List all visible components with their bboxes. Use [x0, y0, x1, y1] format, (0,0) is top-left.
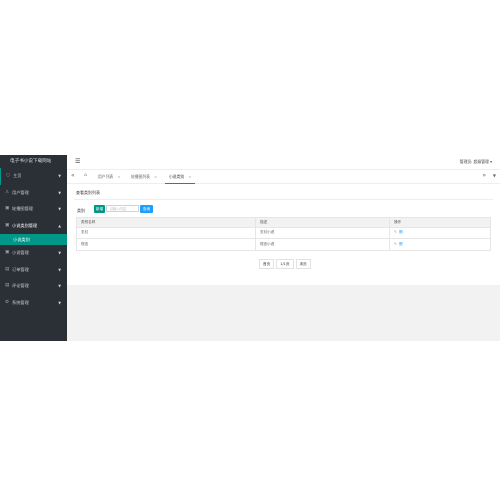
chevron-down-icon: ▼ — [58, 174, 61, 178]
column-header: 描述 — [255, 217, 390, 228]
column-header: 操作 — [389, 217, 491, 228]
chevron-down-icon: ▼ — [58, 207, 61, 211]
comment-icon: ▤ — [5, 283, 10, 288]
close-icon[interactable]: × — [117, 174, 120, 179]
edit-icon[interactable]: ✎ — [394, 242, 397, 246]
cell-name: 现言 — [76, 238, 256, 251]
last-page-button[interactable]: 末页 — [295, 259, 311, 269]
table-row: 现言 现言小说 ✎ 删 — [76, 238, 491, 251]
book-icon: ▣ — [5, 250, 10, 255]
brand-title: 电子书小说下载网站 — [10, 159, 52, 164]
chevron-down-icon: ▼ — [58, 251, 61, 255]
cell-actions: ✎ 删 — [389, 238, 491, 251]
category-icon: ▣ — [5, 222, 10, 228]
panel-title: 查看类别列表 — [76, 190, 100, 195]
chevron-down-icon: ▼ — [58, 190, 61, 195]
edit-icon[interactable]: ✎ — [394, 230, 397, 234]
content-background — [67, 285, 500, 341]
sidebar-item-label: 系统管理 — [12, 299, 29, 305]
sidebar-item-system[interactable]: ⚙ 系统管理 ▼ — [0, 295, 67, 312]
table-row: 玄幻 玄幻小说 ✎ 删 — [76, 226, 491, 239]
sidebar-item-carousel[interactable]: ▣ 轮播图管理 ▼ — [0, 201, 67, 218]
app-root: 电子书小说下载网站 ○ 主页 ▼ ♙ 用户管理 ▼ ▣ 轮播图管理 ▼ ▣ 小说… — [0, 155, 500, 341]
sidebar-item-label: 小说类别管理 — [12, 222, 38, 228]
tab-users[interactable]: 用户列表 × — [98, 174, 120, 180]
delete-link[interactable]: 删 — [399, 242, 403, 246]
sidebar-item-users[interactable]: ♙ 用户管理 ▼ — [0, 185, 67, 202]
tabs-bar: « ⌂ 用户列表 × 轮播图列表 × 小说类别 × » ▼ — [67, 170, 500, 184]
sidebar-item-label: 小说管理 — [12, 250, 29, 255]
content-panel: 查看类别列表 类别 新增 请输入内容 查询 类别名称 描述 操作 玄幻 玄幻小说… — [67, 184, 500, 285]
tab-category[interactable]: 小说类别 × — [165, 170, 196, 184]
sidebar-item-label: 用户管理 — [12, 189, 29, 195]
sidebar-item-label: 轮播图管理 — [12, 206, 33, 211]
chevron-up-icon: ▲ — [58, 223, 61, 228]
search-label: 类别 — [77, 208, 85, 213]
user-icon: ♙ — [5, 189, 10, 195]
order-icon: ▤ — [5, 266, 10, 272]
sidebar-item-label: 评论管理 — [12, 283, 29, 288]
pagination: 首页 1/1页 末页 — [259, 259, 313, 269]
tabs-menu-icon[interactable]: ▼ — [493, 173, 496, 178]
cell-desc: 现言小说 — [255, 238, 390, 251]
settings-icon: ⚙ — [5, 299, 10, 305]
divider — [74, 199, 493, 200]
chevron-down-icon: ▼ — [58, 267, 61, 272]
page-indicator: 1/1页 — [276, 259, 294, 269]
sidebar: 电子书小说下载网站 ○ 主页 ▼ ♙ 用户管理 ▼ ▣ 轮播图管理 ▼ ▣ 小说… — [0, 155, 67, 341]
table-header-row: 类别名称 描述 操作 — [76, 217, 491, 228]
delete-link[interactable]: 删 — [399, 230, 403, 234]
sidebar-subitem-category[interactable]: 小说类别 — [0, 234, 67, 245]
add-button[interactable]: 新增 — [94, 205, 105, 213]
tab-carousel[interactable]: 轮播图列表 × — [131, 174, 157, 180]
first-page-button[interactable]: 首页 — [259, 259, 275, 269]
home-icon: ○ — [6, 173, 11, 178]
sidebar-item-orders[interactable]: ▤ 订单管理 ▼ — [0, 262, 67, 279]
sidebar-item-home[interactable]: ○ 主页 ▼ — [0, 168, 67, 185]
chevron-down-icon: ▼ — [58, 300, 61, 305]
search-input[interactable]: 请输入内容 — [106, 205, 139, 212]
sidebar-item-novels[interactable]: ▣ 小说管理 ▼ — [0, 245, 67, 262]
cell-name: 玄幻 — [76, 226, 256, 239]
sidebar-item-label: 订单管理 — [12, 266, 29, 272]
chevron-down-icon: ▾ — [490, 159, 492, 164]
menu-toggle-icon[interactable]: ☰ — [75, 158, 80, 165]
column-header: 类别名称 — [76, 217, 256, 228]
close-icon[interactable]: × — [154, 174, 157, 179]
tabs-scroll-right-icon[interactable]: » — [482, 172, 486, 179]
cell-actions: ✎ 删 — [389, 226, 491, 239]
tabs-scroll-left-icon[interactable]: « — [71, 172, 75, 179]
sidebar-item-categories[interactable]: ▣ 小说类别管理 ▲ — [0, 218, 67, 235]
sidebar-item-label: 主页 — [13, 173, 22, 178]
home-tab-icon[interactable]: ⌂ — [84, 173, 87, 178]
image-icon: ▣ — [5, 206, 10, 211]
cell-desc: 玄幻小说 — [255, 226, 390, 239]
topbar: ☰ 管理员: 超级管理 ▾ — [67, 155, 500, 170]
close-icon[interactable]: × — [188, 174, 191, 179]
chevron-down-icon: ▼ — [58, 284, 61, 288]
search-button[interactable]: 查询 — [140, 205, 153, 213]
admin-user-menu[interactable]: 管理员: 超级管理 ▾ — [460, 159, 492, 165]
category-table: 类别名称 描述 操作 玄幻 玄幻小说 ✎ 删 现言 现言小说 ✎ 删 — [76, 217, 491, 251]
sidebar-item-comments[interactable]: ▤ 评论管理 ▼ — [0, 278, 67, 295]
